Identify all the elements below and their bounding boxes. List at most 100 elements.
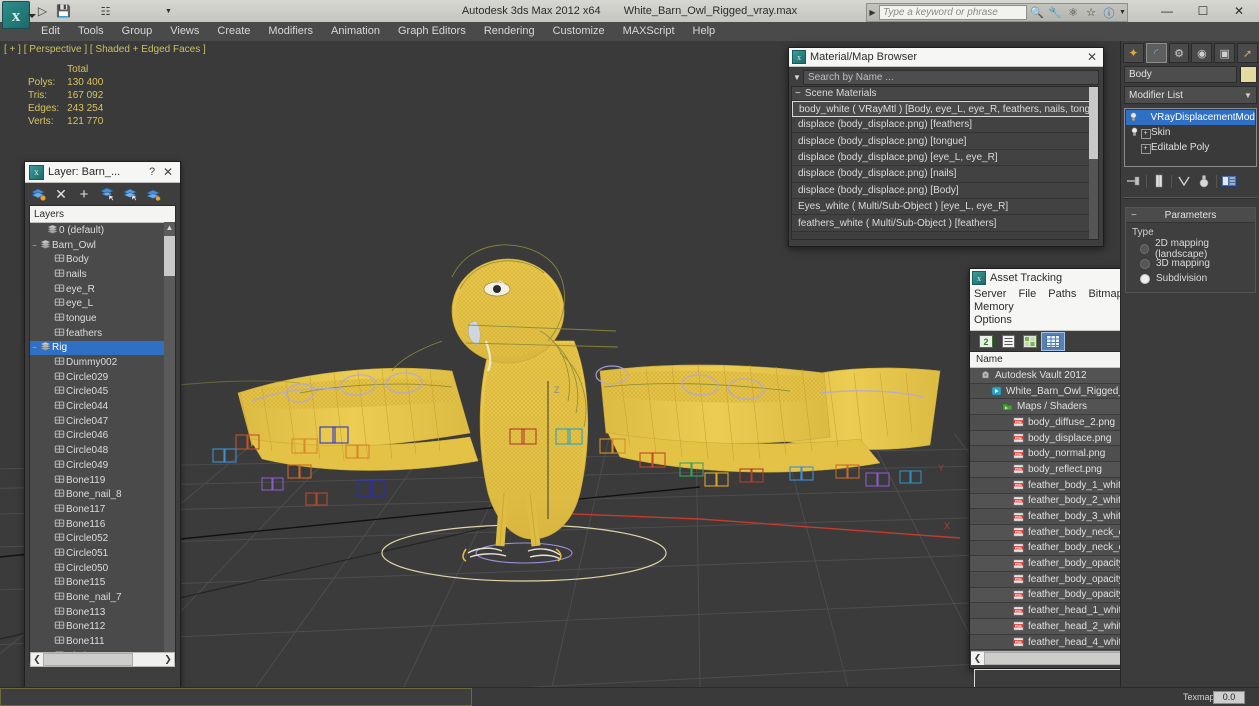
hscrollbar-thumb[interactable] — [984, 652, 1136, 665]
close-button[interactable]: ✕ — [1084, 50, 1100, 64]
layer-row[interactable]: Circle052 — [30, 531, 175, 546]
menu-file[interactable]: File — [1018, 288, 1036, 300]
modifier-stack-item[interactable]: + Editable Poly — [1126, 140, 1255, 155]
layer-row[interactable]: nails — [30, 267, 175, 282]
material-list-scrollbar[interactable] — [1089, 87, 1098, 239]
layer-row[interactable]: Bone112 — [30, 620, 175, 635]
type-radio-option[interactable]: 2D mapping (landscape) — [1132, 238, 1251, 260]
radio-button-icon[interactable] — [1140, 243, 1150, 254]
type-radio-option[interactable]: Subdivision — [1132, 271, 1251, 286]
layer-row[interactable]: Bone119 — [30, 473, 175, 488]
layer-list-hscrollbar[interactable]: ❮ ❯ — [30, 652, 175, 667]
light-bulb-icon[interactable] — [1128, 112, 1140, 124]
layer-row[interactable]: Circle050 — [30, 561, 175, 576]
layer-row[interactable]: Bone115 — [30, 576, 175, 591]
menu-edit[interactable]: Edit — [32, 22, 69, 41]
material-row[interactable]: body_white ( VRayMtl ) [Body, eye_L, eye… — [792, 101, 1098, 117]
undo-button[interactable] — [76, 3, 93, 19]
menu-paths[interactable]: Paths — [1048, 288, 1076, 300]
command-panel[interactable]: ✦ ◜ ⚙ ◉ ▣ ➚ Body Modifier List ▼ VRayDis… — [1120, 41, 1259, 687]
material-row[interactable]: feathers_white ( Multi/Sub-Object ) [fea… — [792, 215, 1098, 232]
grid-view-button[interactable] — [1041, 331, 1065, 351]
tab-display[interactable]: ▣ — [1214, 43, 1236, 63]
menu-create[interactable]: Create — [208, 22, 259, 41]
layer-row[interactable]: Bone_nail_8 — [30, 487, 175, 502]
menu-graph-editors[interactable]: Graph Editors — [389, 22, 475, 41]
search-input[interactable]: Type a keyword or phrase — [879, 5, 1027, 20]
light-bulb-icon[interactable] — [1128, 127, 1140, 139]
material-map-browser[interactable]: x Material/Map Browser ✕ ▼ Search by Nam… — [788, 47, 1104, 247]
minimize-button[interactable]: — — [1150, 2, 1184, 20]
modifier-stack[interactable]: VRayDisplacementMod + Skin + Editable Poly — [1124, 108, 1257, 167]
thumbnail-view-button[interactable] — [1019, 333, 1041, 350]
layer-explorer-panel[interactable]: x Layer: Barn_... ? ✕ ✕ + Layers 0 (defa… — [24, 161, 181, 688]
menu-server[interactable]: Server — [974, 288, 1006, 300]
communication-center-icon[interactable]: ⚛ — [1064, 6, 1082, 19]
material-row[interactable]: displace (body_displace.png) [tongue] — [792, 133, 1098, 150]
close-button[interactable]: ✕ — [160, 165, 176, 179]
show-end-result-button[interactable] — [1150, 173, 1168, 190]
add-selection-to-layer-button[interactable]: + — [74, 185, 94, 203]
help-button[interactable]: ? — [144, 166, 160, 178]
layer-row[interactable]: Dummy002 — [30, 355, 175, 370]
layer-row[interactable]: Circle045 — [30, 385, 175, 400]
material-row[interactable]: Eyes_white ( Multi/Sub-Object ) [eye_L, … — [792, 198, 1098, 216]
scroll-up-arrow-icon[interactable]: ▲ — [164, 222, 175, 234]
scroll-left-arrow-icon[interactable]: ❮ — [971, 653, 984, 664]
redo-button[interactable]: ☷ — [97, 3, 114, 19]
material-row[interactable]: displace (body_displace.png) [eye_L, eye… — [792, 149, 1098, 167]
menu-customize[interactable]: Customize — [544, 22, 614, 41]
favorites-star-icon[interactable]: ☆ — [1082, 6, 1100, 19]
layer-list-scrollbar[interactable]: ▲ ▼ — [164, 222, 175, 662]
layer-row[interactable]: feathers — [30, 326, 175, 341]
modifier-list-dropdown[interactable]: Modifier List ▼ — [1124, 86, 1257, 104]
application-menu-button[interactable]: x — [2, 1, 30, 29]
hscrollbar-thumb[interactable] — [43, 653, 133, 666]
menu-options[interactable]: Options — [974, 314, 1012, 326]
help-circle-icon[interactable]: ⓘ — [1100, 5, 1118, 21]
layer-row[interactable]: Circle047 — [30, 414, 175, 429]
material-browser-titlebar[interactable]: x Material/Map Browser ✕ — [789, 48, 1103, 67]
layer-row[interactable]: Circle044 — [30, 399, 175, 414]
qat-overflow-button[interactable]: ▼ — [160, 3, 177, 19]
menu-views[interactable]: Views — [161, 22, 208, 41]
viewport-label[interactable]: [ + ] [ Perspective ] [ Shaded + Edged F… — [4, 44, 206, 55]
texmap-min-value[interactable]: 0.0 — [1213, 691, 1245, 704]
search-expand-icon[interactable]: ▶ — [867, 8, 878, 17]
layer-row[interactable]: Body — [30, 252, 175, 267]
layer-row[interactable]: eye_L — [30, 296, 175, 311]
make-unique-button[interactable] — [1175, 173, 1193, 190]
chevron-down-icon[interactable] — [28, 14, 36, 18]
binoculars-icon[interactable]: 🔍 — [1028, 6, 1046, 19]
modifier-stack-item[interactable]: + Skin — [1126, 125, 1255, 140]
object-name-input[interactable]: Body — [1124, 65, 1237, 83]
material-row[interactable]: displace (body_displace.png) [nails] — [792, 166, 1098, 183]
remove-modifier-button[interactable] — [1195, 173, 1213, 190]
expand-toggle-icon[interactable]: − — [30, 343, 39, 352]
expand-toggle-icon[interactable]: − — [30, 241, 39, 250]
qat-button-5[interactable] — [139, 3, 156, 19]
tab-create[interactable]: ✦ — [1123, 43, 1144, 63]
menu-tools[interactable]: Tools — [69, 22, 113, 41]
tab-utilities[interactable]: ➚ — [1237, 43, 1258, 63]
pin-stack-button[interactable] — [1125, 173, 1143, 190]
layer-row[interactable]: 0 (default)□ — [30, 223, 175, 238]
scrollbar-thumb[interactable] — [164, 236, 175, 276]
layer-row[interactable]: −Rig□ — [30, 340, 175, 356]
select-highlighted-objects-button[interactable] — [120, 185, 140, 203]
expand-modifier-icon[interactable]: + — [1140, 142, 1151, 154]
layer-row[interactable]: Bone117 — [30, 502, 175, 517]
layer-row[interactable]: Circle046 — [30, 429, 175, 444]
layer-row[interactable]: Circle049 — [30, 458, 175, 473]
search-by-name-input[interactable]: Search by Name ... — [803, 69, 1099, 85]
layer-panel-titlebar[interactable]: x Layer: Barn_... ? ✕ — [25, 162, 180, 183]
layer-row[interactable]: Circle029 — [30, 370, 175, 385]
close-button[interactable]: ✕ — [1222, 2, 1256, 20]
delete-layer-button[interactable]: ✕ — [51, 185, 71, 203]
layer-row[interactable]: Bone113 — [30, 605, 175, 620]
menu-rendering[interactable]: Rendering — [475, 22, 544, 41]
parameters-rollout-header[interactable]: − Parameters — [1126, 208, 1255, 223]
layer-row[interactable]: Circle051 — [30, 546, 175, 561]
menu-modifiers[interactable]: Modifiers — [259, 22, 322, 41]
menu-help[interactable]: Help — [684, 22, 725, 41]
